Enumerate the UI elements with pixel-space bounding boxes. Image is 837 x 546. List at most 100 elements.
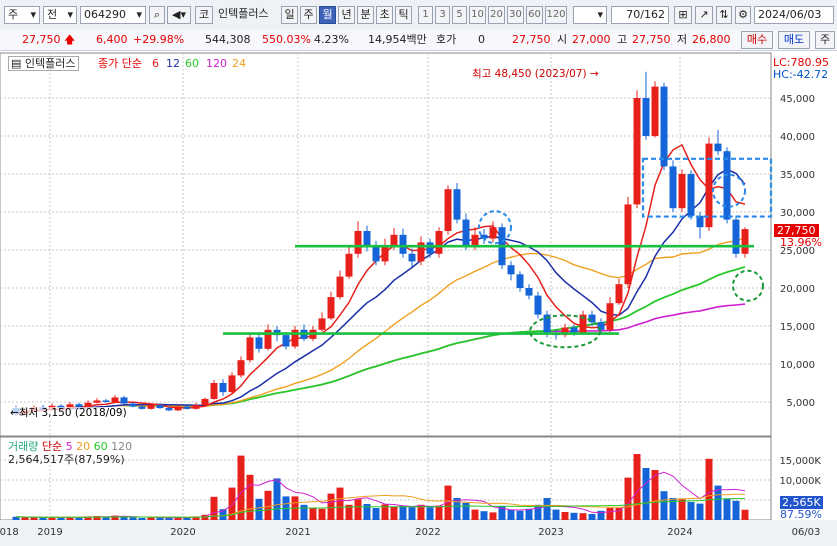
- time-tick-label: 2018: [0, 527, 19, 538]
- candle-body: [138, 406, 146, 409]
- candle-body: [705, 143, 713, 228]
- hoga-value: 0: [478, 33, 485, 46]
- current-price: 27,750 🡅: [22, 33, 76, 46]
- volume-legend: 거래량 단순 5 20 60 120: [8, 440, 133, 453]
- candle-body: [444, 189, 452, 231]
- volume-bar: [390, 506, 398, 520]
- price-tick-label: 10,000: [780, 360, 815, 371]
- volume-bar: [642, 468, 650, 520]
- compare-icon[interactable]: ⇅: [716, 6, 732, 24]
- volume-bar: [426, 507, 434, 520]
- last-pct-tag: 13.96%: [780, 236, 822, 249]
- volume-bar: [633, 454, 641, 520]
- volume-bar: [660, 491, 668, 520]
- change-pct: +29.98%: [133, 33, 185, 46]
- tab-0[interactable]: 일: [281, 6, 298, 24]
- volume-bar: [138, 518, 146, 520]
- candle-body: [174, 406, 182, 411]
- tab-3[interactable]: 년: [338, 6, 355, 24]
- volume-tick-label: 15,000K: [779, 456, 821, 467]
- tab-1[interactable]: 주: [300, 6, 317, 24]
- volume-tick-label: 10,000K: [779, 476, 821, 487]
- kor-button[interactable]: 코: [195, 6, 213, 24]
- candle-body: [462, 219, 470, 247]
- candle-body: [345, 253, 353, 277]
- interval-20[interactable]: 20: [488, 6, 505, 24]
- order-button[interactable]: 주: [815, 31, 835, 49]
- trade-amount: 14,954백만: [368, 33, 427, 46]
- candle-body: [741, 229, 749, 254]
- gear-icon[interactable]: ⚙: [735, 6, 751, 24]
- candle-body: [93, 400, 101, 403]
- legend-name[interactable]: ▤ 인텍플러스: [8, 56, 79, 71]
- volume-bar: [507, 509, 515, 520]
- candle-body: [183, 406, 191, 409]
- tab-6[interactable]: 틱: [395, 6, 412, 24]
- period-type-value: 주: [8, 8, 19, 21]
- legend-ma6: 6: [152, 57, 159, 70]
- period-type-select[interactable]: 주 ▾: [4, 6, 40, 24]
- candle-body: [615, 284, 623, 304]
- volume-bar: [300, 504, 308, 520]
- price-tick-label: 20,000: [780, 284, 815, 295]
- volume-value: 2,564,517주(87,59%): [8, 453, 125, 466]
- interval-select[interactable]: ▾: [573, 6, 607, 24]
- price-tick-label: 35,000: [780, 170, 815, 181]
- legend-ma12: 12: [166, 57, 180, 70]
- hoga-label: 호가: [436, 33, 457, 46]
- volume-bar: [678, 499, 686, 520]
- interval-60[interactable]: 60: [526, 6, 543, 24]
- chevron-down-icon: ▾: [597, 8, 603, 21]
- interval-30[interactable]: 30: [507, 6, 524, 24]
- date-input[interactable]: 2024/06/03: [754, 6, 834, 24]
- legend-ma24: 24: [232, 57, 246, 70]
- volume-bar: [255, 498, 263, 520]
- interval-1[interactable]: 1: [418, 6, 433, 24]
- interval-3[interactable]: 3: [435, 6, 450, 24]
- volume-bar: [39, 517, 47, 520]
- time-tick-label: 2021: [285, 527, 310, 538]
- candle-body: [372, 246, 380, 262]
- candle-body: [228, 375, 236, 393]
- tab-4[interactable]: 분: [357, 6, 374, 24]
- interval-5[interactable]: 5: [452, 6, 467, 24]
- interval-120[interactable]: 120: [545, 6, 567, 24]
- hoga-price: 27,750: [512, 33, 551, 46]
- volume-bar: [129, 517, 137, 520]
- high-price: 27,750: [632, 33, 671, 46]
- candle-body: [390, 234, 398, 247]
- candle-body: [237, 360, 245, 376]
- candle-body: [102, 400, 110, 402]
- candle-body: [336, 276, 344, 298]
- volume-bar: [489, 512, 497, 520]
- sell-button[interactable]: 매도: [778, 31, 810, 49]
- volume-bar: [30, 517, 38, 520]
- trend-icon[interactable]: ↗: [695, 6, 713, 24]
- tab-5[interactable]: 초: [376, 6, 393, 24]
- volume-bar: [525, 508, 533, 520]
- candle-body: [489, 227, 497, 239]
- code-input[interactable]: 064290 ▾: [80, 6, 146, 24]
- candle-body: [381, 246, 389, 262]
- time-tick-label: 2023: [538, 527, 563, 538]
- candle-body: [255, 337, 263, 349]
- open-label: 시: [557, 33, 568, 46]
- volume-bar: [273, 478, 281, 520]
- buy-button[interactable]: 매수: [741, 31, 773, 49]
- candle-body: [642, 98, 650, 136]
- market-value: 전: [47, 8, 58, 21]
- market-select[interactable]: 전 ▾: [43, 6, 77, 24]
- price-chart: 5,00010,00015,00020,00025,00030,00035,00…: [0, 52, 837, 546]
- sound-icon[interactable]: ◀▾: [167, 6, 191, 24]
- count-input[interactable]: 70/162: [611, 6, 669, 24]
- search-icon[interactable]: ⌕: [149, 6, 165, 24]
- volume-bar: [372, 508, 380, 520]
- tab-2[interactable]: 월: [319, 6, 336, 24]
- volume-bar: [606, 508, 614, 520]
- price-tick-label: 5,000: [786, 398, 815, 409]
- volume-bar: [57, 517, 65, 520]
- interval-10[interactable]: 10: [469, 6, 486, 24]
- volume: 544,308: [205, 33, 251, 46]
- grid-icon[interactable]: ⊞: [674, 6, 692, 24]
- volume-bar: [246, 474, 254, 520]
